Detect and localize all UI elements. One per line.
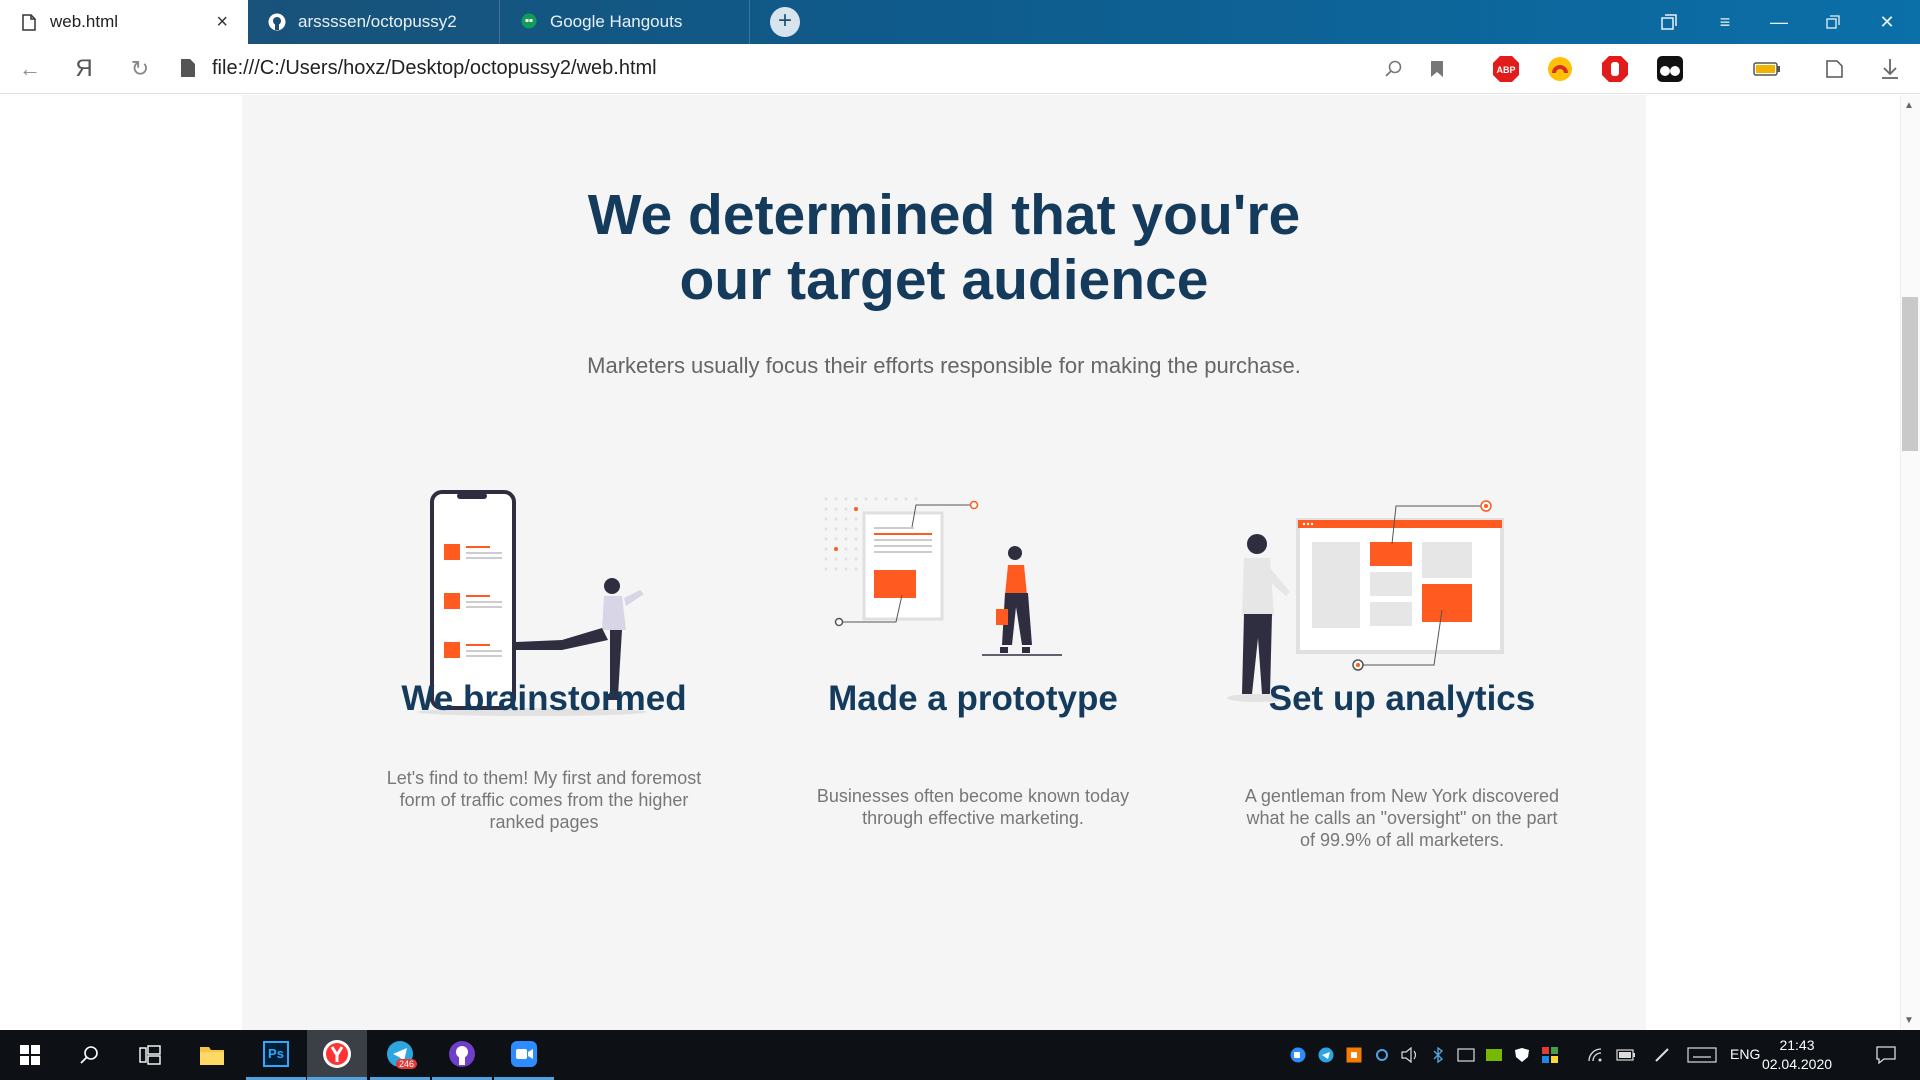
telegram-tray-icon[interactable]	[1312, 1030, 1340, 1080]
address-bar: ← Я ↻ file:///C:/Users/hoxz/Desktop/octo…	[0, 44, 1920, 94]
close-window-icon[interactable]: ✕	[1860, 0, 1914, 44]
pen-icon[interactable]	[1648, 1030, 1676, 1080]
abp-label: ABP	[1496, 65, 1515, 75]
tab-title: arssssen/octopussy2	[298, 12, 457, 31]
restore-icon[interactable]	[1806, 0, 1860, 44]
feature-brainstormed: We brainstormed Let's find to them! My f…	[334, 679, 754, 879]
file-explorer-icon[interactable]	[182, 1030, 242, 1080]
browser-tab-bar: web.html × arssssen/octopussy2 Google Ha…	[0, 0, 1920, 44]
taskbar-clock[interactable]: 21:43 02.04.2020	[1760, 1036, 1834, 1074]
glasses-icon[interactable]	[1655, 54, 1685, 84]
tab-web-html[interactable]: web.html ×	[0, 0, 248, 44]
page-scrollbar[interactable]	[1900, 95, 1920, 1030]
feature-text: Businesses often become known today thro…	[816, 786, 1130, 828]
feature-title: Set up analytics	[1268, 679, 1536, 718]
github-icon	[268, 13, 286, 31]
java-tray-icon[interactable]	[1340, 1030, 1368, 1080]
defender-icon[interactable]	[1508, 1030, 1536, 1080]
downloads-icon[interactable]	[1875, 54, 1905, 84]
abp-icon[interactable]: ABP	[1491, 54, 1521, 84]
search-icon[interactable]	[60, 1030, 120, 1080]
analytics-man-illustration	[1227, 500, 1504, 702]
hangouts-icon	[520, 13, 538, 31]
feature-title: We brainstormed	[401, 679, 687, 718]
reload-icon[interactable]: ↻	[120, 44, 160, 94]
section-subheadline: Marketers usually focus their efforts re…	[587, 353, 1301, 378]
feature-prototype: Made a prototype Businesses often become…	[763, 679, 1183, 879]
search-page-icon[interactable]	[1379, 54, 1409, 84]
section-headline: We determined that you're our target aud…	[242, 183, 1646, 313]
yandex-browser-icon[interactable]	[307, 1030, 367, 1080]
feature-text: A gentleman from New York discovered wha…	[1244, 786, 1560, 850]
photoshop-icon[interactable]: Ps	[246, 1030, 306, 1080]
action-center-tray-icon[interactable]	[1452, 1030, 1480, 1080]
windows-start-icon[interactable]	[0, 1030, 60, 1080]
windows-logo-tray-icon[interactable]	[1536, 1030, 1564, 1080]
tab-google-hangouts[interactable]: Google Hangouts	[500, 0, 750, 44]
zoom-tray-icon[interactable]	[1284, 1030, 1312, 1080]
wifi-icon[interactable]	[1582, 1030, 1610, 1080]
scroll-down-icon[interactable]: ▼	[1904, 1015, 1914, 1026]
scrollbar-thumb[interactable]	[1902, 297, 1918, 451]
sidebar-icon[interactable]	[1820, 54, 1850, 84]
windows-taskbar: Ps 246 ENG 21:43 02.04.2020	[0, 1030, 1920, 1080]
telegram-badge: 246	[396, 1059, 418, 1069]
volume-icon[interactable]	[1396, 1030, 1424, 1080]
tab-github-repo[interactable]: arssssen/octopussy2	[248, 0, 500, 44]
clock-time: 21:43	[1779, 1037, 1815, 1053]
tab-list-icon[interactable]	[1642, 0, 1696, 44]
block-icon[interactable]	[1600, 54, 1630, 84]
task-view-icon[interactable]	[120, 1030, 180, 1080]
settings-tray-icon[interactable]	[1368, 1030, 1396, 1080]
url-field[interactable]: file:///C:/Users/hoxz/Desktop/octopussy2…	[212, 57, 657, 80]
bookmark-icon[interactable]	[1422, 54, 1452, 84]
back-icon[interactable]: ←	[10, 44, 50, 94]
battery-icon	[1752, 54, 1782, 84]
minimize-icon[interactable]: —	[1752, 0, 1806, 44]
github-desktop-icon[interactable]	[432, 1030, 492, 1080]
scroll-up-icon[interactable]: ▲	[1904, 100, 1914, 111]
tab-title: Google Hangouts	[550, 12, 683, 31]
menu-icon[interactable]: ≡	[1698, 0, 1752, 44]
tab-title: web.html	[50, 12, 119, 31]
touch-keyboard-icon[interactable]	[1684, 1030, 1720, 1080]
telegram-icon[interactable]: 246	[370, 1030, 430, 1080]
headline-line-2: our target audience	[679, 248, 1209, 312]
bluetooth-icon[interactable]	[1424, 1030, 1452, 1080]
battery-tray-icon[interactable]	[1612, 1030, 1640, 1080]
close-tab-icon[interactable]: ×	[216, 11, 228, 34]
notifications-icon[interactable]	[1866, 1030, 1906, 1080]
new-tab-button[interactable]: +	[770, 7, 800, 37]
nvidia-icon[interactable]	[1480, 1030, 1508, 1080]
prototype-woman-illustration	[824, 497, 1062, 656]
zoom-icon[interactable]	[494, 1030, 554, 1080]
local-file-icon	[181, 59, 195, 77]
photoshop-label: Ps	[263, 1040, 289, 1067]
vpn-icon[interactable]	[1545, 54, 1575, 84]
page-viewport: We determined that you're our target aud…	[0, 95, 1900, 1030]
file-icon	[20, 13, 38, 31]
clock-date: 02.04.2020	[1761, 1056, 1833, 1072]
feature-title: Made a prototype	[828, 679, 1118, 718]
language-indicator[interactable]: ENG	[1730, 1046, 1760, 1062]
feature-text: Let's find to them! My first and foremos…	[386, 768, 702, 832]
target-audience-section: We determined that you're our target aud…	[242, 95, 1646, 1030]
feature-analytics: Set up analytics A gentleman from New Yo…	[1192, 679, 1612, 879]
headline-line-1: We determined that you're	[587, 183, 1301, 247]
yandex-home-icon[interactable]: Я	[64, 44, 104, 94]
